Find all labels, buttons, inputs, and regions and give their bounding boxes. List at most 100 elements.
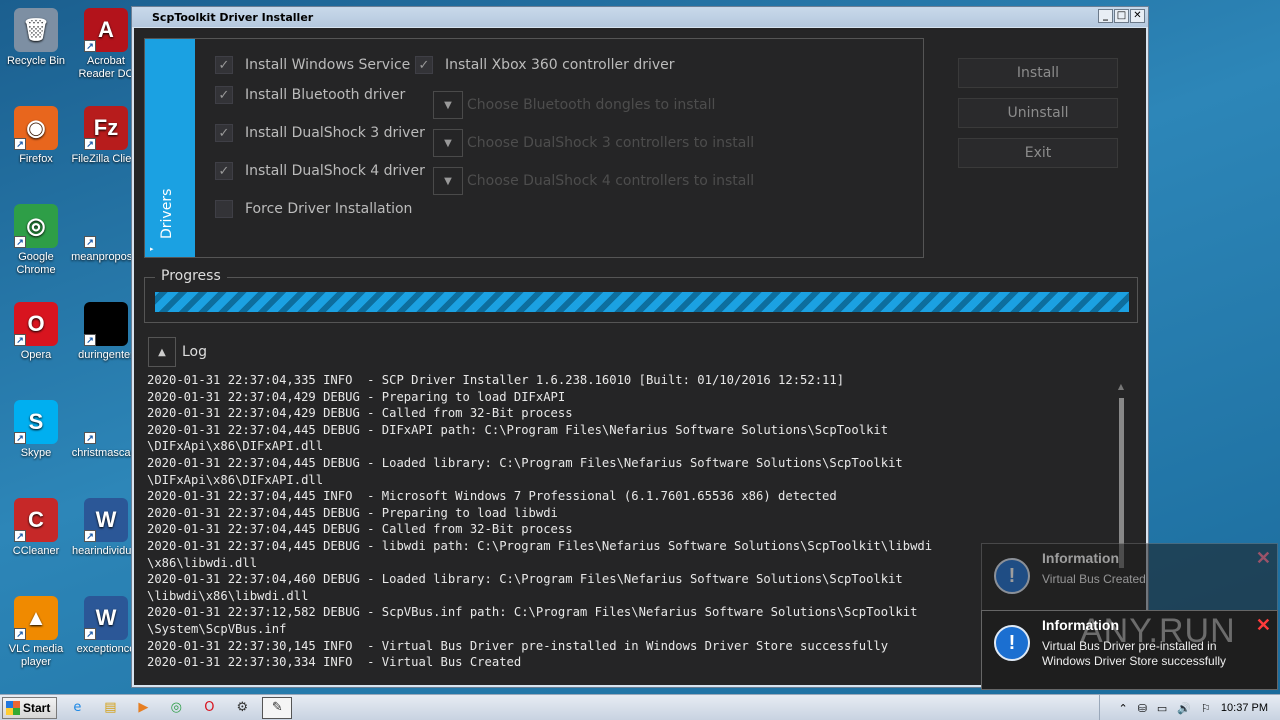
start-label: Start — [23, 700, 51, 715]
install-xbox360-checkbox[interactable]: ✓ Install Xbox 360 controller driver — [415, 56, 675, 74]
chevron-down-icon[interactable]: ▼ — [433, 167, 463, 195]
log-line: 2020-01-31 22:37:04,429 DEBUG - Called f… — [147, 406, 573, 421]
window-title: ScpToolkit Driver Installer — [152, 10, 314, 24]
install-windows-service-checkbox[interactable]: ✓ Install Windows Service — [215, 56, 410, 74]
show-hidden-icons-icon[interactable]: ⌃ — [1118, 702, 1127, 715]
install-button[interactable]: Install — [958, 58, 1118, 88]
chrome-icon[interactable]: ◎ — [163, 697, 189, 719]
close-button[interactable]: ✕ — [1130, 9, 1145, 23]
log-line: 2020-01-31 22:37:04,460 DEBUG - Loaded l… — [147, 572, 903, 587]
log-line: \x86\libwdi.dll — [147, 555, 258, 570]
ds3-controllers-combo[interactable]: ▼ Choose DualShock 3 controllers to inst… — [433, 129, 754, 157]
action-center-flag-icon[interactable]: ⚐ — [1201, 702, 1211, 715]
shortcut-icon: ↗ — [84, 204, 128, 248]
checkmark-icon: ✓ — [215, 56, 233, 74]
progress-group: Progress — [144, 268, 1138, 323]
shortcut-icon: ↗ — [84, 400, 128, 444]
network-icon[interactable]: ▭ — [1157, 702, 1167, 715]
install-ds4-checkbox[interactable]: ✓ Install DualShock 4 driver — [215, 162, 425, 180]
log-line: 2020-01-31 22:37:04,445 DEBUG - DIFxAPI … — [147, 422, 889, 437]
shortcut-label: VLC media player — [8, 643, 64, 668]
scroll-up-icon[interactable]: ▲ — [1116, 382, 1126, 391]
chevron-down-icon[interactable]: ▼ — [433, 91, 463, 119]
title-bar[interactable]: ScpToolkit Driver Installer _ □ ✕ — [132, 7, 1148, 27]
desktop-shortcut[interactable]: ◉ ↗ Firefox — [1, 106, 71, 166]
checkbox-label: Install Xbox 360 controller driver — [445, 57, 675, 73]
desktop-shortcut[interactable]: 🗑 Recycle Bin — [1, 8, 71, 68]
drivers-panel: Drivers ▸ ✓ Install Windows Service ✓ In… — [144, 38, 924, 258]
close-icon[interactable]: ✕ — [1256, 548, 1271, 569]
desktop-shortcut[interactable]: S ↗ Skype — [1, 400, 71, 460]
log-output[interactable]: 2020-01-31 22:37:04,335 INFO - SCP Drive… — [147, 372, 1107, 672]
scptoolkit-icon[interactable]: ⚙ — [229, 697, 255, 719]
desktop-shortcut[interactable]: ◎ ↗ Google Chrome — [1, 204, 71, 277]
drivers-tab[interactable]: Drivers ▸ — [145, 39, 195, 257]
toast-message: Virtual Bus Created — [1042, 572, 1146, 586]
log-line: 2020-01-31 22:37:04,335 INFO - SCP Drive… — [147, 373, 845, 387]
shortcut-icon: W ↗ — [84, 498, 128, 542]
maximize-button[interactable]: □ — [1114, 9, 1129, 23]
clock[interactable]: 10:37 PM — [1221, 702, 1268, 714]
explorer-icon[interactable]: ▤ — [97, 697, 123, 719]
volume-icon[interactable]: 🔊 — [1177, 702, 1191, 715]
install-bluetooth-checkbox[interactable]: ✓ Install Bluetooth driver — [215, 86, 405, 104]
ie-icon[interactable]: e — [64, 697, 90, 719]
device-icon[interactable]: ⛁ — [1138, 702, 1147, 715]
log-line: 2020-01-31 22:37:04,445 DEBUG - Preparin… — [147, 505, 558, 520]
install-ds3-checkbox[interactable]: ✓ Install DualShock 3 driver — [215, 124, 425, 142]
shortcut-arrow-icon: ↗ — [84, 628, 96, 640]
exit-button[interactable]: Exit — [958, 138, 1118, 168]
shortcut-arrow-icon: ↗ — [14, 334, 26, 346]
minimize-button[interactable]: _ — [1098, 9, 1113, 23]
checkmark-icon: ✓ — [215, 86, 233, 104]
watermark: ANY.RUN — [1080, 612, 1236, 650]
checkbox-label: Force Driver Installation — [245, 201, 413, 217]
shortcut-label: CCleaner — [12, 545, 60, 557]
checkmark-icon: ✓ — [215, 162, 233, 180]
uninstall-button[interactable]: Uninstall — [958, 98, 1118, 128]
log-line: \DIFxApi\x86\DIFxAPI.dll — [147, 472, 324, 487]
drivers-tab-label: Drivers — [159, 188, 175, 239]
opera-icon[interactable]: O — [196, 697, 222, 719]
shortcut-icon: ◎ ↗ — [14, 204, 58, 248]
toast-notification[interactable]: ! Information Virtual Bus Created ✕ — [981, 543, 1278, 613]
checkbox-label: Install DualShock 4 driver — [245, 163, 425, 179]
media-player-icon[interactable]: ▶ — [130, 697, 156, 719]
log-line: 2020-01-31 22:37:12,582 DEBUG - ScpVBus.… — [147, 605, 918, 620]
shortcut-arrow-icon: ↗ — [14, 138, 26, 150]
checkmark-icon: ✓ — [415, 56, 433, 74]
desktop-shortcut[interactable]: O ↗ Opera — [1, 302, 71, 362]
toast-title: Information — [1042, 550, 1119, 566]
log-line: 2020-01-31 22:37:30,145 INFO - Virtual B… — [147, 638, 889, 653]
log-line: 2020-01-31 22:37:30,334 INFO - Virtual B… — [147, 655, 522, 670]
close-icon[interactable]: ✕ — [1256, 615, 1271, 636]
combo-placeholder: Choose Bluetooth dongles to install — [467, 97, 716, 113]
desktop-shortcut[interactable]: ▲ ↗ VLC media player — [1, 596, 71, 669]
chevron-down-icon[interactable]: ▼ — [433, 129, 463, 157]
shortcut-icon: A ↗ — [84, 8, 128, 52]
info-icon: ! — [994, 558, 1030, 594]
desktop-shortcut[interactable]: C ↗ CCleaner — [1, 498, 71, 558]
shortcut-arrow-icon: ↗ — [84, 138, 96, 150]
checkbox-label: Install Bluetooth driver — [245, 87, 406, 103]
shortcut-icon: W ↗ — [84, 596, 128, 640]
force-install-checkbox[interactable]: Force Driver Installation — [215, 200, 412, 218]
ds4-controllers-combo[interactable]: ▼ Choose DualShock 4 controllers to inst… — [433, 167, 754, 195]
expand-arrow-icon: ▸ — [150, 245, 154, 253]
checkbox-label: Install DualShock 3 driver — [245, 125, 425, 141]
shortcut-arrow-icon: ↗ — [84, 432, 96, 444]
log-line: \libwdi\x86\libwdi.dll — [147, 588, 309, 603]
chevron-up-icon: ▲ — [158, 346, 166, 358]
log-collapse-button[interactable]: ▲ — [148, 337, 176, 367]
log-line: 2020-01-31 22:37:04,445 INFO - Microsoft… — [147, 489, 837, 504]
windows-logo-icon — [6, 700, 20, 715]
system-tray: ⌃ ⛁ ▭ 🔊 ⚐ 10:37 PM — [1099, 695, 1280, 720]
log-line: 2020-01-31 22:37:04,445 DEBUG - libwdi p… — [147, 538, 933, 553]
installer-icon[interactable]: ✎ — [262, 696, 293, 719]
start-button[interactable]: Start — [2, 696, 58, 719]
taskbar: Start e ▤ ▶ ◎ O ⚙ ✎ ⌃ ⛁ ▭ 🔊 ⚐ 10:37 PM — [0, 694, 1280, 720]
bluetooth-dongles-combo[interactable]: ▼ Choose Bluetooth dongles to install — [433, 91, 715, 119]
shortcut-icon: ◉ ↗ — [14, 106, 58, 150]
shortcut-label: Opera — [20, 349, 52, 361]
shortcut-label: Recycle Bin — [6, 55, 66, 67]
